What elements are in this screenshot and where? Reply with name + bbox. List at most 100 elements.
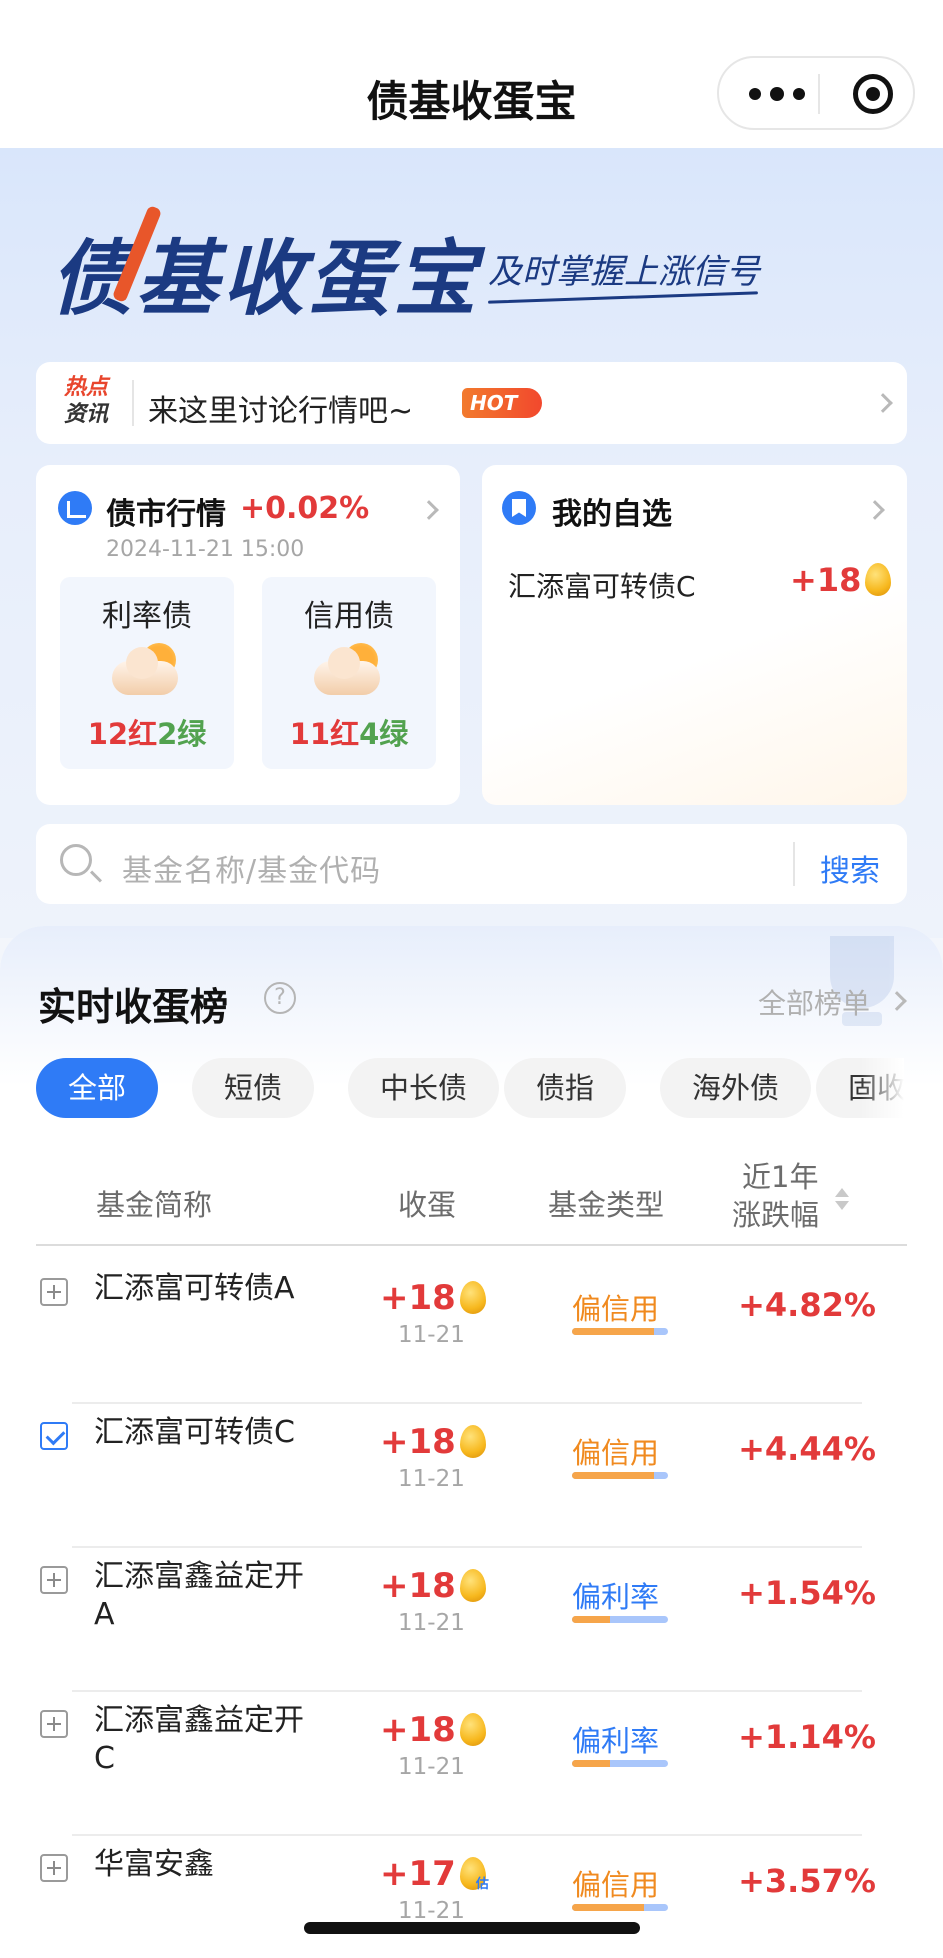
egg-date: 11-21 xyxy=(398,1322,465,1348)
table-row[interactable]: 汇添富鑫益定开A +18 11-21 偏利率 +1.54% xyxy=(36,1548,907,1692)
search-button[interactable]: 搜索 xyxy=(820,846,880,890)
egg-date: 11-21 xyxy=(398,1898,465,1924)
fund-name[interactable]: 汇添富可转债A xyxy=(94,1270,314,1308)
year-change: +1.14% xyxy=(738,1718,876,1756)
add-watch-icon[interactable] xyxy=(40,1854,68,1882)
watchlist-eggs: +18 xyxy=(790,561,892,599)
market-card[interactable]: 债市行情 +0.02% 2024-11-21 15:00 利率债 12红2绿 信… xyxy=(36,465,460,805)
home-indicator xyxy=(304,1922,640,1934)
rate-bond-box[interactable]: 利率债 12红2绿 xyxy=(60,577,234,769)
year-change: +4.82% xyxy=(738,1286,876,1324)
fund-type: 偏利率 xyxy=(572,1580,660,1614)
egg-count: +18 xyxy=(380,1710,486,1750)
col-type: 基金类型 xyxy=(548,1188,665,1222)
sunny-cloud-icon xyxy=(112,643,184,699)
watchlist-card[interactable]: 我的自选 汇添富可转债C +18 xyxy=(482,465,907,805)
add-watch-icon[interactable] xyxy=(40,1566,68,1594)
fund-type: 偏利率 xyxy=(572,1724,660,1758)
chevron-right-icon xyxy=(865,500,885,520)
chart-icon xyxy=(58,491,92,525)
nav-bar: 债基收蛋宝 xyxy=(0,0,943,148)
watchlist-fund[interactable]: 汇添富可转债C xyxy=(508,565,696,605)
type-bar xyxy=(572,1328,668,1335)
search-icon xyxy=(60,844,92,876)
box-count: 11红4绿 xyxy=(289,717,409,751)
more-icon[interactable] xyxy=(749,84,805,104)
col-name: 基金简称 xyxy=(96,1188,213,1222)
egg-date: 11-21 xyxy=(398,1466,465,1492)
table-row[interactable]: 汇添富可转债A +18 11-21 偏信用 +4.82% xyxy=(36,1260,907,1404)
add-watch-icon[interactable] xyxy=(40,1710,68,1738)
table-header: 基金简称 收蛋 基金类型 近1年 涨跌幅 xyxy=(36,1146,907,1246)
box-count: 12红2绿 xyxy=(87,717,207,751)
fund-name[interactable]: 华富安鑫 xyxy=(94,1846,314,1884)
type-bar xyxy=(572,1616,668,1623)
fund-name[interactable]: 汇添富鑫益定开A xyxy=(94,1558,314,1634)
egg-date: 11-21 xyxy=(398,1610,465,1636)
chevron-right-icon xyxy=(873,393,893,413)
market-title: 债市行情 xyxy=(106,497,226,532)
col-change-line1[interactable]: 近1年 xyxy=(742,1154,818,1196)
year-change: +1.54% xyxy=(738,1574,876,1612)
news-strip[interactable]: 热点 资讯 来这里讨论行情吧~ HOT xyxy=(36,362,907,444)
type-bar xyxy=(572,1760,668,1767)
type-bar xyxy=(572,1904,668,1911)
egg-icon xyxy=(459,1713,486,1746)
search-bar[interactable]: 基金名称/基金代码 搜索 xyxy=(36,824,907,904)
egg-count: +18 xyxy=(380,1278,486,1318)
fund-type: 偏信用 xyxy=(572,1436,660,1470)
market-change: +0.02% xyxy=(240,491,370,526)
tab-bond-index[interactable]: 债指 xyxy=(504,1058,627,1118)
col-eggs: 收蛋 xyxy=(398,1188,457,1222)
egg-icon xyxy=(459,1425,486,1458)
year-change: +4.44% xyxy=(738,1430,876,1468)
chevron-right-icon xyxy=(419,500,439,520)
tabs-fade xyxy=(860,1058,904,1118)
sunny-cloud-icon xyxy=(314,643,386,699)
banner-logo: 债基收蛋宝 xyxy=(50,205,480,331)
news-divider xyxy=(132,380,134,426)
tab-short-bond[interactable]: 短债 xyxy=(192,1058,315,1118)
type-bar xyxy=(572,1472,668,1479)
fund-name[interactable]: 汇添富鑫益定开C xyxy=(94,1702,314,1778)
news-tag: 热点 资讯 xyxy=(64,375,109,427)
search-divider xyxy=(793,842,795,886)
hot-badge: HOT xyxy=(462,388,542,418)
help-icon[interactable]: ? xyxy=(264,982,296,1014)
category-tabs: 全部 短债 中长债 债指 海外债 固收+ xyxy=(36,1058,904,1118)
tab-all[interactable]: 全部 xyxy=(36,1058,159,1118)
tab-mid-long-bond[interactable]: 中长债 xyxy=(348,1058,500,1118)
sort-icon[interactable] xyxy=(834,1188,850,1212)
capsule-divider xyxy=(818,74,820,114)
ranking-panel: 实时收蛋榜 ? 全部榜单 全部 短债 中长债 债指 海外债 固收+ 基金简称 收… xyxy=(0,926,943,1958)
banner-slogan: 及时掌握上涨信号 xyxy=(488,252,760,292)
market-time: 2024-11-21 15:00 xyxy=(106,537,305,562)
table-row[interactable]: 汇添富可转债C +18 11-21 偏信用 +4.44% xyxy=(36,1404,907,1548)
egg-count: +18 xyxy=(380,1422,486,1462)
egg-count: +17 估 xyxy=(380,1854,489,1894)
egg-icon xyxy=(865,563,892,596)
col-change-line2[interactable]: 涨跌幅 xyxy=(732,1192,819,1234)
ranking-title: 实时收蛋榜 xyxy=(38,985,229,1029)
table-row[interactable]: 华富安鑫 +17 估 11-21 偏信用 +3.57% xyxy=(36,1836,907,1958)
egg-icon xyxy=(459,1281,486,1314)
search-input[interactable]: 基金名称/基金代码 xyxy=(122,846,381,890)
fund-name[interactable]: 汇添富可转债C xyxy=(94,1414,314,1452)
egg-date: 11-21 xyxy=(398,1754,465,1780)
bookmark-icon xyxy=(502,491,536,525)
tab-overseas-bond[interactable]: 海外债 xyxy=(660,1058,812,1118)
box-name: 利率债 xyxy=(102,599,192,634)
all-rankings-link[interactable]: 全部榜单 xyxy=(758,982,870,1022)
credit-bond-box[interactable]: 信用债 11红4绿 xyxy=(262,577,436,769)
add-watch-icon[interactable] xyxy=(40,1278,68,1306)
watchlist-title: 我的自选 xyxy=(552,497,672,532)
egg-icon: 估 xyxy=(459,1857,489,1892)
close-program-icon[interactable] xyxy=(853,74,893,114)
egg-count: +18 xyxy=(380,1566,486,1606)
estimate-mark: 估 xyxy=(475,1877,489,1892)
mini-program-capsule xyxy=(717,56,915,130)
fund-type: 偏信用 xyxy=(572,1868,660,1902)
egg-icon xyxy=(459,1569,486,1602)
checked-checkbox-icon[interactable] xyxy=(40,1422,68,1450)
table-row[interactable]: 汇添富鑫益定开C +18 11-21 偏利率 +1.14% xyxy=(36,1692,907,1836)
